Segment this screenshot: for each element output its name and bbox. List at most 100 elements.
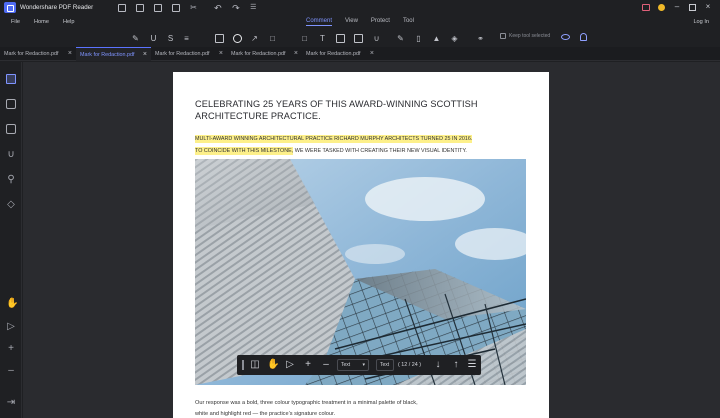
print-icon[interactable]	[172, 3, 181, 12]
thumbnails-icon[interactable]	[6, 74, 16, 84]
tab-tool[interactable]: Tool	[403, 18, 414, 26]
document-tab-active[interactable]: Mark for Redaction.pdf ×	[76, 47, 151, 61]
app-title: Wondershare PDF Reader	[20, 4, 94, 11]
title-bar: Wondershare PDF Reader ✂ ↶ ↷ ☰ – ×	[0, 0, 720, 15]
page-title: CELEBRATING 25 YEARS OF THIS AWARD-WINNI…	[195, 99, 478, 121]
strikethrough-icon[interactable]: S	[166, 34, 175, 43]
page-indicator: ( 12 / 24 )	[398, 362, 422, 368]
line-style-icon[interactable]: ≡	[182, 34, 191, 43]
menu-help[interactable]: Help	[63, 19, 75, 25]
underline-icon[interactable]: U	[149, 34, 158, 43]
show-comments-eye-icon[interactable]	[561, 34, 570, 40]
comment-toolbar: ✎ U S ≡ ↗ □ □ T ∪ ✎ ▯ ▲ ◈ ⚭	[0, 29, 720, 47]
arrow-icon[interactable]: ↗	[250, 34, 259, 43]
zoom-in-icon[interactable]: +	[303, 360, 313, 370]
pen-icon[interactable]: ✎	[131, 34, 140, 43]
close-tab-icon[interactable]: ×	[294, 47, 298, 61]
close-tab-icon[interactable]: ×	[370, 47, 374, 61]
zoom-out-icon[interactable]: –	[321, 360, 331, 370]
select-tool-icon[interactable]: ▷	[285, 360, 295, 370]
zoom-out-icon[interactable]: –	[6, 366, 16, 376]
rectangle-icon[interactable]	[215, 34, 224, 43]
open-folder-icon[interactable]	[118, 3, 127, 12]
text-icon[interactable]: T	[318, 34, 327, 43]
menu-file[interactable]: File	[11, 19, 20, 25]
keep-tool-selected-checkbox[interactable]: Keep tool selected	[500, 33, 550, 39]
body-paragraph: Our response was a bold, three colour ty…	[195, 398, 525, 418]
close-tab-icon[interactable]: ×	[143, 48, 147, 62]
maximize-icon[interactable]	[689, 3, 696, 11]
highlight-annotation[interactable]: MULTI-AWARD WINNING ARCHITECTURAL PRACTI…	[195, 135, 473, 143]
stamp-icon[interactable]: ▲	[432, 34, 441, 43]
left-sidebar: ∪ ⚲ ◇ ✋ ▷ + – ⇥	[0, 62, 22, 418]
close-icon[interactable]: ×	[704, 3, 712, 11]
close-tab-icon[interactable]: ×	[219, 47, 223, 61]
document-tab-bar: Mark for Redaction.pdf × Mark for Redacti…	[0, 47, 720, 61]
eraser-icon[interactable]: ▯	[414, 34, 423, 43]
fill-color-icon[interactable]: ◈	[450, 34, 459, 43]
theme-sun-icon[interactable]	[658, 3, 665, 11]
zoom-dropdown[interactable]: Text ▾	[337, 359, 369, 371]
comments-panel-icon[interactable]	[6, 124, 16, 134]
next-page-icon[interactable]: ↓	[433, 360, 443, 370]
hand-tool-icon[interactable]: ✋	[6, 299, 18, 309]
zoom-in-icon[interactable]: +	[6, 344, 16, 354]
menu-home[interactable]: Home	[34, 19, 49, 25]
exit-icon[interactable]: ⇥	[6, 398, 16, 408]
customize-icon[interactable]: ☰	[250, 4, 258, 12]
tab-label: Mark for Redaction.pdf	[231, 51, 286, 57]
tab-label: Mark for Redaction.pdf	[4, 51, 59, 57]
page-number-input[interactable]: Text	[376, 359, 394, 371]
minimize-icon[interactable]: –	[673, 3, 681, 11]
attachment-icon[interactable]: ∪	[372, 34, 381, 43]
paragraph-line: white and highlight red — the practice’s…	[195, 411, 336, 417]
zoom-dropdown-value: Text	[341, 362, 351, 368]
pin-toolbar-icon[interactable]	[580, 33, 587, 41]
floating-page-toolbar: ◫ ✋ ▷ + – Text ▾ Text ( 12 / 24 ) ↓ ↑ ☰	[237, 355, 481, 375]
checkbox-box[interactable]	[500, 33, 506, 39]
hand-tool-icon[interactable]: ✋	[267, 360, 279, 370]
attachments-panel-icon[interactable]: ∪	[6, 150, 16, 160]
tab-label: Mark for Redaction.pdf	[306, 51, 361, 57]
tab-protect[interactable]: Protect	[371, 18, 390, 26]
document-tab[interactable]: Mark for Redaction.pdf ×	[302, 47, 378, 61]
bookmarks-icon[interactable]	[6, 99, 16, 109]
tab-comment[interactable]: Comment	[306, 18, 333, 26]
undo-icon[interactable]: ↶	[214, 3, 222, 12]
callout-icon[interactable]	[354, 34, 363, 43]
keep-tool-selected-label: Keep tool selected	[509, 33, 551, 39]
mail-icon[interactable]	[154, 3, 163, 12]
app-logo-icon	[4, 2, 16, 13]
close-tab-icon[interactable]: ×	[68, 47, 72, 61]
tab-view[interactable]: View	[345, 18, 358, 26]
tab-label: Mark for Redaction.pdf	[155, 51, 210, 57]
signature-icon[interactable]: ⚭	[476, 34, 485, 43]
save-icon[interactable]	[136, 3, 145, 12]
previous-page-icon[interactable]: ↑	[451, 360, 461, 370]
search-icon[interactable]: ⚲	[6, 175, 16, 185]
document-canvas: CELEBRATING 25 YEARS OF THIS AWARD-WINNI…	[23, 62, 720, 418]
document-tab[interactable]: Mark for Redaction.pdf ×	[0, 47, 76, 61]
login-link[interactable]: Log In	[693, 19, 709, 25]
page-number-input-value: Text	[380, 362, 390, 368]
textbox-icon[interactable]	[336, 34, 345, 43]
circle-icon[interactable]	[233, 34, 242, 43]
shape-menu-icon[interactable]: □	[268, 34, 277, 43]
highlight-annotation[interactable]: TO COINCIDE WITH THIS MILESTONE,	[195, 147, 294, 155]
message-icon[interactable]	[642, 3, 650, 11]
paragraph-text: WE WERE TASKED WITH CREATING THEIR NEW V…	[293, 148, 467, 154]
menu-bar: File Home Help Comment View Protect Tool…	[0, 15, 720, 29]
paragraph-line: Our response was a bold, three colour ty…	[195, 400, 418, 406]
highlighted-paragraph: MULTI-AWARD WINNING ARCHITECTURAL PRACTI…	[195, 133, 525, 157]
comment-list-icon[interactable]: ☰	[467, 360, 477, 370]
document-tab[interactable]: Mark for Redaction.pdf ×	[227, 47, 302, 61]
note-icon[interactable]: □	[300, 34, 309, 43]
layers-icon[interactable]: ◇	[6, 200, 16, 210]
fit-page-icon[interactable]: ◫	[250, 360, 260, 370]
document-tab[interactable]: Mark for Redaction.pdf ×	[151, 47, 227, 61]
drag-handle[interactable]	[242, 360, 244, 370]
share-icon[interactable]: ✂	[190, 3, 198, 12]
highlighter-icon[interactable]: ✎	[396, 34, 405, 43]
select-tool-icon[interactable]: ▷	[6, 322, 16, 332]
redo-icon[interactable]: ↷	[232, 3, 240, 12]
